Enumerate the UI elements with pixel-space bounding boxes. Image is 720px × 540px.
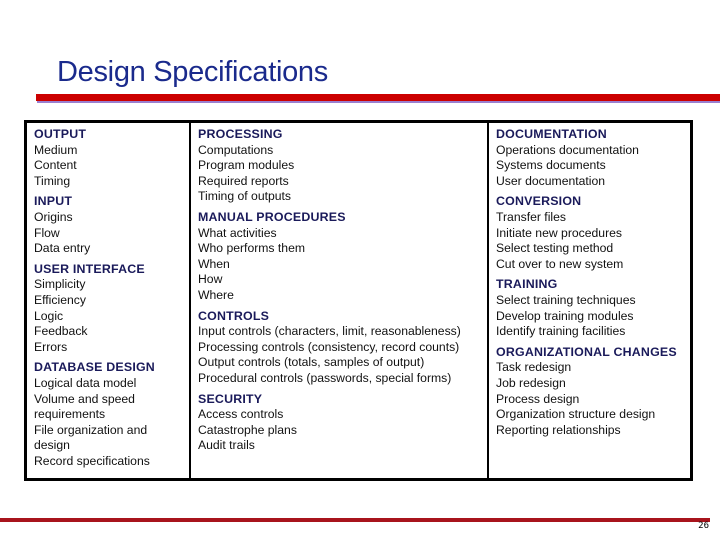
section-item: Origins	[34, 209, 73, 224]
section-item: Who performs them	[198, 241, 306, 256]
section-heading: DATABASE DESIGN	[34, 360, 155, 375]
slide-title: Design Specifications	[57, 56, 328, 88]
section-heading: ORGANIZATIONAL CHANGES	[496, 344, 677, 359]
section-heading: INPUT	[34, 194, 73, 209]
section-item: How	[198, 272, 223, 287]
section-item: Timing of outputs	[198, 189, 292, 204]
section-item: Volume and speed requirements	[34, 391, 135, 422]
section-heading: SECURITY	[198, 391, 263, 406]
section-heading: PROCESSING	[198, 127, 283, 141]
column-3: DOCUMENTATION Operations documentation Sys…	[489, 123, 690, 478]
section-item: Cut over to new system	[496, 256, 624, 271]
section-item: Record specifications	[34, 453, 150, 468]
section-item: Access controls	[198, 407, 284, 422]
spec-section: DATABASE DESIGN Logical data model Volume …	[34, 360, 189, 469]
section-item: Transfer files	[496, 209, 566, 224]
section-item: Data entry	[34, 241, 91, 256]
section-item: Efficiency	[34, 292, 86, 307]
section-item: Develop training modules	[496, 308, 634, 323]
column-1: OUTPUT Medium Content Timing INPUT Origins Flo…	[27, 123, 191, 478]
section-item: User documentation	[496, 173, 606, 188]
section-item: Initiate new procedures	[496, 225, 623, 240]
section-heading: TRAINING	[496, 277, 558, 292]
section-item: Content	[34, 158, 77, 173]
section-item: Audit trails	[198, 438, 255, 453]
section-heading: OUTPUT	[34, 127, 87, 141]
page-number: 26	[698, 521, 709, 531]
spec-section: ORGANIZATIONAL CHANGES Task redesign Job r…	[496, 345, 690, 439]
footer-rule	[0, 518, 710, 522]
section-heading: USER INTERFACE	[34, 261, 145, 276]
specifications-table: OUTPUT Medium Content Timing INPUT Origins Flo…	[24, 120, 693, 481]
section-item: Simplicity	[34, 277, 86, 292]
section-item: Systems documents	[496, 158, 606, 173]
section-item: Where	[198, 287, 234, 302]
section-item: Errors	[34, 339, 68, 354]
section-item: What activities	[198, 225, 277, 240]
section-heading: CONVERSION	[496, 194, 582, 209]
section-item: File organization and design	[34, 422, 148, 453]
section-item: Logical data model	[34, 375, 137, 390]
title-rule	[36, 94, 720, 101]
section-item: Medium	[34, 142, 78, 157]
section-heading: CONTROLS	[198, 308, 270, 323]
section-item: Input controls (characters, limit, reaso…	[198, 324, 461, 339]
section-item: Organization structure design	[496, 407, 656, 422]
spec-section: USER INTERFACE Simplicity Efficiency Logic F…	[34, 262, 189, 356]
spec-section: INPUT Origins Flow Data entry	[34, 194, 189, 256]
spec-section: OUTPUT Medium Content Timing	[34, 127, 189, 189]
column-2: PROCESSING Computations Program modules Req…	[191, 123, 489, 478]
spec-section: PROCESSING Computations Program modules Req…	[198, 127, 487, 205]
spec-section: CONTROLS Input controls (characters, limi…	[198, 309, 487, 387]
section-item: Program modules	[198, 158, 295, 173]
section-item: Computations	[198, 142, 274, 157]
section-item: Procedural controls (passwords, special …	[198, 370, 452, 385]
section-item: Flow	[34, 225, 60, 240]
spec-section: DOCUMENTATION Operations documentation Sys…	[496, 127, 690, 189]
section-item: Processing controls (consistency, record…	[198, 339, 460, 354]
section-item: Output controls (totals, samples of outp…	[198, 355, 425, 370]
section-item: Operations documentation	[496, 142, 639, 157]
section-item: When	[198, 256, 230, 271]
section-item: Required reports	[198, 173, 289, 188]
section-item: Select training techniques	[496, 292, 636, 307]
spec-section: TRAINING Select training techniques Develo…	[496, 277, 690, 339]
section-item: Select testing method	[496, 241, 614, 256]
section-item: Job redesign	[496, 375, 566, 390]
spec-section: SECURITY Access controls Catastrophe plans…	[198, 392, 487, 454]
spec-section: MANUAL PROCEDURES What activities Who perf…	[198, 210, 487, 304]
section-heading: MANUAL PROCEDURES	[198, 209, 346, 224]
section-item: Catastrophe plans	[198, 422, 297, 437]
spec-section: CONVERSION Transfer files Initiate new pro…	[496, 194, 690, 272]
section-item: Reporting relationships	[496, 422, 621, 437]
section-item: Task redesign	[496, 360, 572, 375]
section-heading: DOCUMENTATION	[496, 127, 607, 141]
section-item: Feedback	[34, 324, 88, 339]
section-item: Timing	[34, 173, 71, 188]
section-item: Identify training facilities	[496, 324, 626, 339]
section-item: Process design	[496, 391, 580, 406]
section-item: Logic	[34, 308, 64, 323]
